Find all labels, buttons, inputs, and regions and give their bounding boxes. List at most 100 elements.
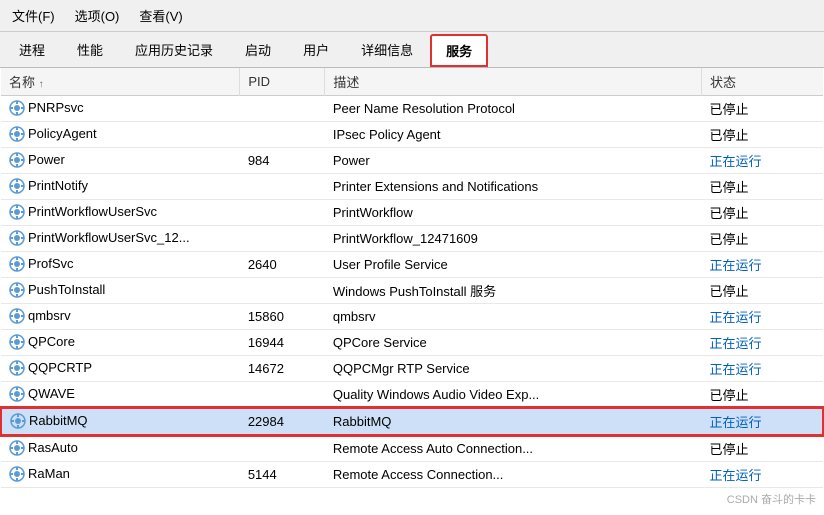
cell-status: 正在运行	[701, 356, 823, 382]
table-row[interactable]: RasAutoRemote Access Auto Connection...已…	[1, 435, 823, 462]
cell-pid	[240, 174, 325, 200]
tab-performance[interactable]: 性能	[62, 34, 118, 67]
cell-description: IPsec Policy Agent	[325, 122, 702, 148]
cell-pid: 2640	[240, 252, 325, 278]
table-row[interactable]: qmbsrv15860qmbsrv正在运行	[1, 304, 823, 330]
cell-pid	[240, 278, 325, 304]
cell-status: 正在运行	[701, 304, 823, 330]
cell-service-name: PolicyAgent	[1, 122, 240, 148]
service-icon	[9, 100, 28, 115]
table-row[interactable]: RaMan5144Remote Access Connection...正在运行	[1, 462, 823, 488]
service-icon	[9, 178, 28, 193]
cell-description: Printer Extensions and Notifications	[325, 174, 702, 200]
cell-status: 正在运行	[701, 330, 823, 356]
service-icon	[9, 126, 28, 141]
cell-status: 已停止	[701, 278, 823, 304]
tab-bar: 进程 性能 应用历史记录 启动 用户 详细信息 服务	[0, 32, 824, 68]
cell-service-name: Power	[1, 148, 240, 174]
services-table: 名称 ↑ PID 描述 状态	[0, 68, 824, 488]
cell-pid	[240, 200, 325, 226]
cell-status: 已停止	[701, 96, 823, 122]
service-icon	[9, 440, 28, 455]
table-row[interactable]: RabbitMQ22984RabbitMQ正在运行	[1, 408, 823, 435]
cell-description: QQPCMgr RTP Service	[325, 356, 702, 382]
service-icon	[9, 386, 28, 401]
cell-pid: 5144	[240, 462, 325, 488]
service-icon	[9, 334, 28, 349]
cell-description: Quality Windows Audio Video Exp...	[325, 382, 702, 409]
cell-description: User Profile Service	[325, 252, 702, 278]
menu-view[interactable]: 查看(V)	[135, 4, 186, 27]
table-row[interactable]: QPCore16944QPCore Service正在运行	[1, 330, 823, 356]
menu-options[interactable]: 选项(O)	[71, 4, 124, 27]
cell-description: Remote Access Connection...	[325, 462, 702, 488]
cell-service-name: QWAVE	[1, 382, 240, 409]
tab-services[interactable]: 服务	[430, 34, 488, 67]
cell-pid: 984	[240, 148, 325, 174]
tab-startup[interactable]: 启动	[230, 34, 286, 67]
table-row[interactable]: Power984Power正在运行	[1, 148, 823, 174]
service-icon	[9, 152, 28, 167]
tab-users[interactable]: 用户	[288, 34, 344, 67]
task-manager-window: 文件(F) 选项(O) 查看(V) 进程 性能 应用历史记录 启动 用户 详细信…	[0, 0, 824, 515]
cell-service-name: qmbsrv	[1, 304, 240, 330]
table-header-row: 名称 ↑ PID 描述 状态	[1, 68, 823, 96]
services-table-container: 名称 ↑ PID 描述 状态	[0, 68, 824, 515]
cell-description: qmbsrv	[325, 304, 702, 330]
cell-service-name: PushToInstall	[1, 278, 240, 304]
cell-status: 正在运行	[701, 148, 823, 174]
service-icon	[9, 204, 28, 219]
table-row[interactable]: PushToInstall Windows PushToInstall 服务已停止	[1, 278, 823, 304]
service-icon	[9, 230, 28, 245]
table-row[interactable]: PrintNotify Printer Extensions and Notifi…	[1, 174, 823, 200]
cell-description: Peer Name Resolution Protocol	[325, 96, 702, 122]
cell-pid: 16944	[240, 330, 325, 356]
cell-service-name: RasAuto	[1, 435, 240, 462]
col-header-pid[interactable]: PID	[240, 68, 325, 96]
cell-pid: 22984	[240, 408, 325, 435]
cell-description: Power	[325, 148, 702, 174]
menu-file[interactable]: 文件(F)	[8, 4, 59, 27]
cell-status: 正在运行	[701, 252, 823, 278]
menu-bar: 文件(F) 选项(O) 查看(V)	[0, 0, 824, 32]
cell-pid	[240, 435, 325, 462]
table-row[interactable]: ProfSvc2640User Profile Service正在运行	[1, 252, 823, 278]
cell-service-name: ProfSvc	[1, 252, 240, 278]
cell-service-name: QQPCRTP	[1, 356, 240, 382]
cell-service-name: RabbitMQ	[1, 408, 240, 435]
table-row[interactable]: PrintWorkflowUserSvc_12...PrintWorkflow_…	[1, 226, 823, 252]
tab-process[interactable]: 进程	[4, 34, 60, 67]
service-icon	[9, 308, 28, 323]
col-header-name[interactable]: 名称 ↑	[1, 68, 240, 96]
cell-service-name: PNRPsvc	[1, 96, 240, 122]
table-row[interactable]: PrintWorkflowUserSvcPrintWorkflow已停止	[1, 200, 823, 226]
cell-description: PrintWorkflow	[325, 200, 702, 226]
cell-pid	[240, 226, 325, 252]
cell-status: 正在运行	[701, 408, 823, 435]
col-header-desc[interactable]: 描述	[325, 68, 702, 96]
cell-service-name: RaMan	[1, 462, 240, 488]
service-icon	[9, 256, 28, 271]
cell-pid	[240, 96, 325, 122]
tab-app-history[interactable]: 应用历史记录	[120, 34, 228, 67]
cell-status: 正在运行	[701, 462, 823, 488]
cell-service-name: PrintNotify	[1, 174, 240, 200]
cell-pid	[240, 382, 325, 409]
cell-pid	[240, 122, 325, 148]
table-row[interactable]: PNRPsvc Peer Name Resolution Protocol已停止	[1, 96, 823, 122]
service-icon	[9, 282, 28, 297]
col-header-status[interactable]: 状态	[701, 68, 823, 96]
cell-status: 已停止	[701, 226, 823, 252]
service-icon	[10, 413, 29, 428]
table-row[interactable]: PolicyAgentIPsec Policy Agent已停止	[1, 122, 823, 148]
cell-description: Windows PushToInstall 服务	[325, 278, 702, 304]
cell-service-name: PrintWorkflowUserSvc	[1, 200, 240, 226]
service-icon	[9, 360, 28, 375]
cell-description: RabbitMQ	[325, 408, 702, 435]
table-row[interactable]: QWAVEQuality Windows Audio Video Exp...已…	[1, 382, 823, 409]
table-row[interactable]: QQPCRTP14672QQPCMgr RTP Service正在运行	[1, 356, 823, 382]
cell-description: QPCore Service	[325, 330, 702, 356]
service-icon	[9, 466, 28, 481]
tab-details[interactable]: 详细信息	[346, 34, 428, 67]
sort-arrow-name: ↑	[39, 79, 44, 90]
